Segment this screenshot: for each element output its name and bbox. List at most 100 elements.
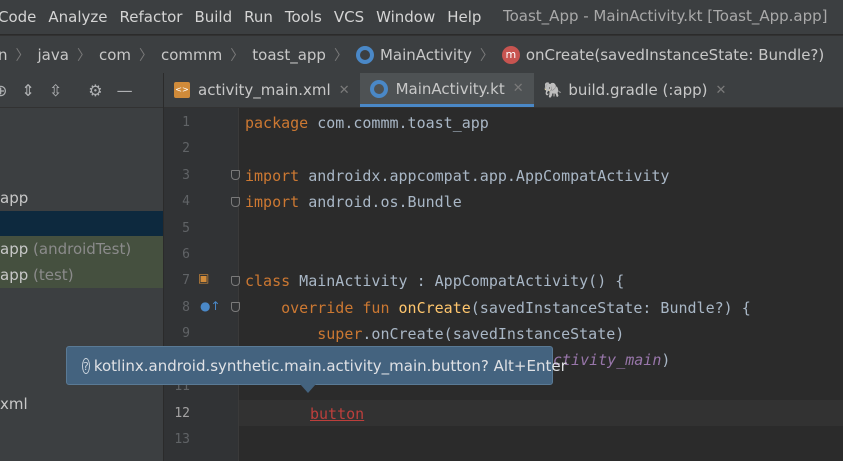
tooltip-arrow <box>300 384 316 393</box>
fold-icon[interactable] <box>231 170 240 180</box>
breadcrumb-item-commm[interactable]: commm <box>161 46 222 64</box>
question-icon: ? <box>82 357 90 374</box>
code-text: MainActivity : AppCompatActivity() { <box>290 272 625 290</box>
line-number: 7 <box>182 273 190 288</box>
code-text: androidx.appcompat.app.AppCompatActivity <box>299 167 670 185</box>
line-number: 9 <box>182 326 190 341</box>
menu-window[interactable]: Window <box>376 8 435 26</box>
tab-label: MainActivity.kt <box>395 79 505 98</box>
tree-item-xml[interactable]: xml <box>0 391 163 417</box>
breadcrumb: n 〉 java 〉 com 〉 commm 〉 toast_app 〉 Mai… <box>0 35 843 73</box>
breadcrumb-item-module[interactable]: n <box>0 46 8 64</box>
code-line-3: import androidx.appcompat.app.AppCompatA… <box>245 167 669 185</box>
code-text: android.os.Bundle <box>299 193 462 211</box>
tab-label: build.gradle (:app) <box>568 81 708 99</box>
keyword: package <box>245 114 309 132</box>
menu-build[interactable]: Build <box>194 8 232 26</box>
tree-item-label: app <box>0 189 29 207</box>
menu-vcs[interactable]: VCS <box>334 8 364 26</box>
breadcrumb-label: onCreate(savedInstanceState: Bundle?) <box>525 45 825 64</box>
tree-item-suffix: (androidTest) <box>33 240 132 258</box>
breadcrumb-label: MainActivity <box>379 45 472 64</box>
code-text: ) <box>661 351 671 369</box>
line-number: 13 <box>174 432 190 447</box>
code-line-4: import android.os.Bundle <box>245 193 462 211</box>
keyword: class <box>245 272 291 290</box>
menu-help[interactable]: Help <box>447 8 481 26</box>
menu-analyze[interactable]: Analyze <box>48 8 107 26</box>
breadcrumb-separator-icon: 〉 <box>76 47 91 64</box>
tree-item-label: xml <box>0 395 28 413</box>
code-line-1: package com.commm.toast_app <box>245 114 489 132</box>
close-icon[interactable]: ✕ <box>513 81 524 96</box>
tree-item-label: app <box>0 266 29 284</box>
import-hint-tooltip[interactable]: ? kotlinx.android.synthetic.main.activit… <box>66 346 567 385</box>
close-icon[interactable]: ✕ <box>716 83 727 98</box>
locate-icon[interactable]: ⊕ <box>0 81 7 100</box>
xml-file-icon: <> <box>174 82 190 98</box>
menu-code[interactable]: Code <box>0 8 36 26</box>
hide-icon[interactable]: — <box>117 81 133 100</box>
project-toolbar: ⊕ ⇕ ⇳ ⚙ — <box>0 73 163 108</box>
editor-tabs: <> activity_main.xml ✕ MainActivity.kt ✕… <box>164 73 843 108</box>
fold-icon[interactable] <box>231 302 240 312</box>
line-number: 1 <box>182 115 190 130</box>
collapse-all-icon[interactable]: ⇳ <box>49 81 62 100</box>
fold-icon[interactable] <box>231 197 240 207</box>
tree-item-app-androidtest[interactable]: app (androidTest) <box>0 236 163 262</box>
tab-build-gradle[interactable]: 🐘 build.gradle (:app) ✕ <box>534 73 737 107</box>
fold-icon[interactable] <box>231 276 240 286</box>
menu-run[interactable]: Run <box>244 8 273 26</box>
tree-item-label: app <box>0 240 29 258</box>
breadcrumb-item-com[interactable]: com <box>99 46 131 64</box>
line-number: 12 <box>174 406 190 421</box>
project-panel: ⊕ ⇕ ⇳ ⚙ — app app (androidTest) app (tes… <box>0 73 164 461</box>
line-number: 5 <box>182 221 190 236</box>
function-name: onCreate <box>398 299 471 317</box>
line-number: 6 <box>182 247 190 262</box>
breadcrumb-item-mainactivity[interactable]: MainActivity <box>355 45 472 64</box>
code-text: .onCreate(savedInstanceState) <box>362 325 625 343</box>
tab-activity-main-xml[interactable]: <> activity_main.xml ✕ <box>164 73 360 107</box>
gradle-icon: 🐘 <box>543 81 563 99</box>
tree-item-selected[interactable] <box>0 211 163 237</box>
tree-item-app-test[interactable]: app (test) <box>0 262 163 288</box>
unresolved-reference[interactable]: button <box>310 405 364 423</box>
tab-label: activity_main.xml <box>198 81 331 99</box>
tab-mainactivity-kt[interactable]: MainActivity.kt ✕ <box>359 73 534 107</box>
breadcrumb-item-oncreate[interactable]: m onCreate(savedInstanceState: Bundle?) <box>501 45 825 64</box>
keyword: super <box>245 325 363 343</box>
breadcrumb-separator-icon: 〉 <box>333 47 348 64</box>
code-line-9: super.onCreate(savedInstanceState) <box>245 325 624 343</box>
menu-tools[interactable]: Tools <box>285 8 322 26</box>
tree-item-app[interactable]: app <box>0 185 163 211</box>
kotlin-class-icon <box>369 79 388 98</box>
breadcrumb-item-java[interactable]: java <box>38 46 69 64</box>
tooltip-text: kotlinx.android.synthetic.main.activity_… <box>93 356 567 375</box>
line-number: 3 <box>182 168 190 183</box>
menu-refactor[interactable]: Refactor <box>120 8 183 26</box>
gear-icon[interactable]: ⚙ <box>88 81 102 100</box>
line-number: 4 <box>182 194 190 209</box>
keyword: import <box>245 167 300 185</box>
code-line-10-tail: ctivity_main) <box>553 351 670 369</box>
layout-preview-icon[interactable]: ▣ <box>198 271 209 285</box>
resource-ref: ctivity_main <box>553 351 662 369</box>
breadcrumb-separator-icon: 〉 <box>15 47 30 64</box>
breadcrumb-separator-icon: 〉 <box>230 47 245 64</box>
method-icon: m <box>501 45 520 64</box>
code-text: (savedInstanceState: Bundle?) { <box>470 299 751 317</box>
tree-item-suffix: (test) <box>33 266 74 284</box>
keyword: import <box>245 193 300 211</box>
line-number: 8 <box>182 300 190 315</box>
override-icon[interactable]: ●↑ <box>200 299 221 313</box>
breadcrumb-separator-icon: 〉 <box>139 47 153 64</box>
code-line-8: override fun onCreate(savedInstanceState… <box>245 299 751 317</box>
window-title: Toast_App - MainActivity.kt [Toast_App.a… <box>503 7 828 25</box>
breadcrumb-item-toast-app[interactable]: toast_app <box>252 46 326 64</box>
code-line-12[interactable]: button <box>310 405 364 423</box>
expand-all-icon[interactable]: ⇕ <box>21 81 34 100</box>
close-icon[interactable]: ✕ <box>339 83 350 98</box>
kotlin-class-icon <box>355 45 374 64</box>
code-line-7: class MainActivity : AppCompatActivity()… <box>245 272 624 290</box>
